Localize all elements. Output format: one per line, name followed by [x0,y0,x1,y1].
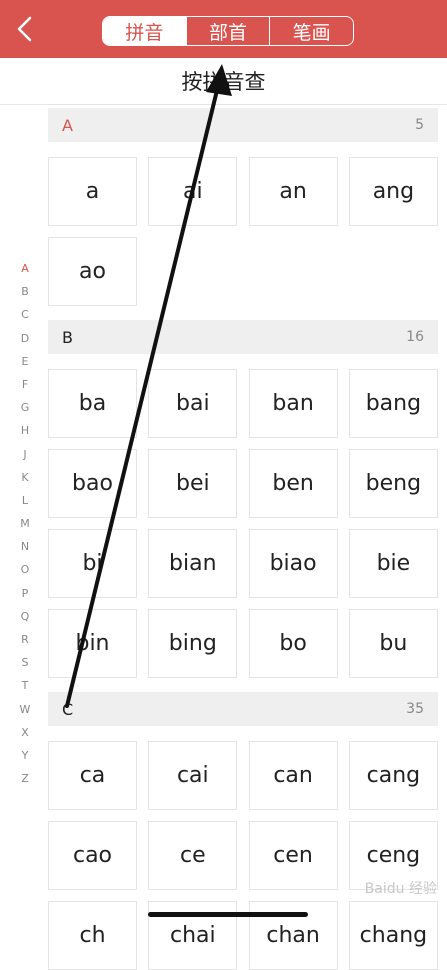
section-letter: A [62,115,73,135]
pinyin-cell[interactable]: cao [48,821,137,890]
index-letter-a[interactable]: A [16,257,34,280]
pinyin-cell[interactable]: ch [48,901,137,970]
index-letter-o[interactable]: O [16,558,34,581]
index-letter-s[interactable]: S [16,651,34,674]
index-letter-r[interactable]: R [16,628,34,651]
index-letter-d[interactable]: D [16,327,34,350]
pinyin-cell[interactable]: cai [148,741,238,810]
section-count: 35 [406,701,424,717]
top-bar: 拼音 部首 笔画 [0,0,447,58]
index-letter-x[interactable]: X [16,721,34,744]
pinyin-cell[interactable]: ca [48,741,137,810]
pinyin-cell[interactable]: cen [248,821,338,890]
pinyin-cell[interactable]: chang [348,901,438,970]
pinyin-cell[interactable]: bian [148,529,238,598]
section-header-b: B 16 [48,320,438,354]
home-indicator [148,912,308,917]
index-letter-k[interactable]: K [16,466,34,489]
index-letter-h[interactable]: H [16,419,34,442]
pinyin-cell[interactable]: bi [48,529,137,598]
alphabet-index[interactable]: ABCDEFGHJKLMNOPQRSTWXYZ [16,257,34,790]
index-letter-l[interactable]: L [16,489,34,512]
pinyin-cell[interactable]: bang [348,369,438,438]
tab-radical[interactable]: 部首 [185,17,270,45]
index-letter-g[interactable]: G [16,396,34,419]
pinyin-cell[interactable]: a [48,157,137,226]
pinyin-grid-a: a ai an ang ao [48,157,438,306]
search-mode-segmented-control: 拼音 部首 笔画 [102,16,354,46]
pinyin-cell[interactable]: bei [148,449,238,518]
index-letter-w[interactable]: W [16,698,34,721]
pinyin-cell[interactable]: biao [248,529,338,598]
section-count: 16 [406,329,424,345]
pinyin-cell[interactable]: bu [348,609,438,678]
pinyin-cell[interactable]: an [248,157,338,226]
pinyin-cell[interactable]: ben [248,449,338,518]
index-letter-b[interactable]: B [16,280,34,303]
pinyin-grid-c: ca cai can cang cao ce cen ceng ch chai chan chang [48,741,438,970]
index-letter-n[interactable]: N [16,535,34,558]
tab-stroke[interactable]: 笔画 [269,17,353,45]
index-letter-m[interactable]: M [16,512,34,535]
watermark-text: Baidu 经验 [364,881,437,897]
index-letter-j[interactable]: J [16,443,34,466]
pinyin-cell[interactable]: ai [148,157,238,226]
pinyin-cell[interactable]: beng [348,449,438,518]
pinyin-cell[interactable]: ce [148,821,238,890]
pinyin-cell[interactable]: bo [248,609,338,678]
index-letter-z[interactable]: Z [16,767,34,790]
page-title: 按拼音查 [0,58,447,105]
pinyin-cell[interactable]: can [248,741,338,810]
section-count: 5 [415,117,424,133]
index-letter-f[interactable]: F [16,373,34,396]
pinyin-cell[interactable]: ang [348,157,438,226]
pinyin-cell[interactable]: ban [248,369,338,438]
pinyin-cell[interactable]: ao [48,237,137,306]
pinyin-cell[interactable]: bing [148,609,238,678]
pinyin-cell[interactable]: bai [148,369,238,438]
index-letter-y[interactable]: Y [16,744,34,767]
pinyin-cell[interactable]: cang [348,741,438,810]
section-header-a: A5 [48,108,438,142]
pinyin-cell[interactable]: bie [348,529,438,598]
section-letter: C [62,699,74,719]
section-letter: B [62,327,73,347]
pinyin-cell[interactable]: ba [48,369,137,438]
tab-pinyin[interactable]: 拼音 [103,17,186,45]
index-letter-p[interactable]: P [16,582,34,605]
index-letter-e[interactable]: E [16,350,34,373]
index-letter-c[interactable]: C [16,303,34,326]
index-letter-t[interactable]: T [16,674,34,697]
pinyin-cell[interactable]: bin [48,609,137,678]
pinyin-cell[interactable]: bao [48,449,137,518]
back-chevron-icon[interactable] [12,14,40,44]
pinyin-grid-b: ba bai ban bang bao bei ben beng bi bian biao bie bi… [48,369,438,678]
section-header-c: C 35 [48,692,438,726]
index-letter-q[interactable]: Q [16,605,34,628]
